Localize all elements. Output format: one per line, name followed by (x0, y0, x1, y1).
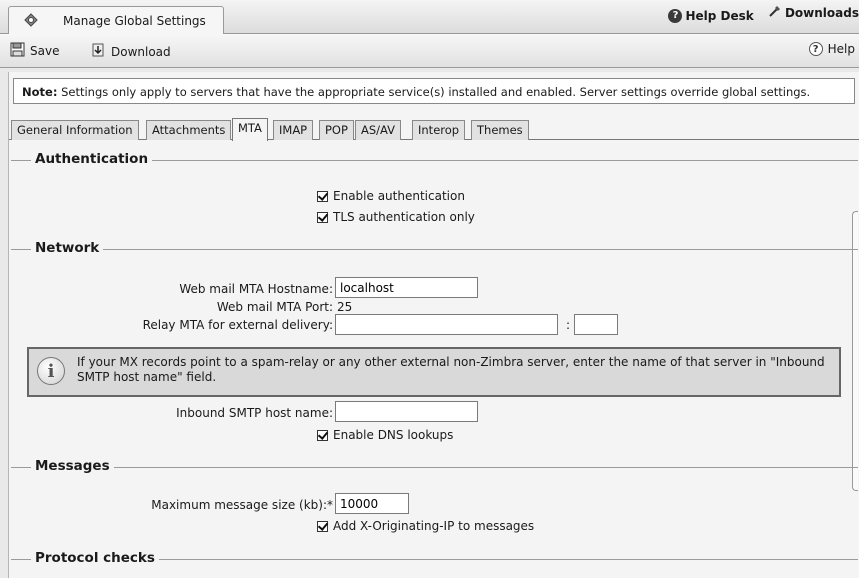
dns-lookups-label: Enable DNS lookups (333, 428, 454, 442)
help-icon: ? (668, 9, 683, 23)
relay-label: Relay MTA for external delivery: (142, 318, 333, 332)
enable-authentication-label: Enable authentication (333, 189, 465, 203)
save-icon (10, 42, 25, 60)
info-box: i If your MX records point to a spam-rel… (27, 347, 841, 397)
info-icon: i (37, 357, 65, 385)
section-title: Protocol checks (35, 550, 159, 566)
hostname-input[interactable] (335, 277, 478, 298)
help-button[interactable]: ? Help (808, 42, 855, 56)
port-label: Web mail MTA Port: (216, 300, 333, 314)
tab-attachments[interactable]: Attachments (146, 120, 232, 140)
help-desk-link[interactable]: ? Help Desk (668, 9, 754, 23)
section-messages: Messages (9, 458, 858, 476)
downloads-link[interactable]: Downloads (768, 4, 859, 21)
tab-pop[interactable]: POP (319, 120, 354, 140)
tab-mta[interactable]: MTA (232, 118, 268, 141)
tools-icon (768, 4, 782, 21)
help-label: Help (827, 42, 855, 56)
tab-themes[interactable]: Themes (471, 120, 529, 140)
help-icon: ? (808, 42, 823, 56)
tab-imap[interactable]: IMAP (273, 120, 314, 140)
section-protocol-checks: Protocol checks (9, 550, 858, 568)
section-title: Messages (35, 458, 114, 474)
x-originating-label: Add X-Originating-IP to messages (333, 519, 535, 533)
tab-interop[interactable]: Interop (412, 120, 466, 140)
settings-icon (23, 12, 39, 31)
tab-as-av[interactable]: AS/AV (355, 120, 402, 140)
save-label: Save (30, 44, 60, 58)
dns-lookups-checkbox[interactable] (317, 429, 328, 441)
info-text: If your MX records point to a spam-relay… (77, 355, 825, 384)
download-label: Download (111, 44, 171, 59)
download-button[interactable]: Download (90, 42, 171, 61)
toolbar: Save Download ? Help (0, 34, 859, 68)
note-text: Settings only apply to servers that have… (57, 85, 811, 99)
max-size-label: Maximum message size (kb):* (151, 498, 333, 512)
x-originating-checkbox[interactable] (317, 520, 328, 532)
tab-bar: General Information Attachments MTA IMAP… (9, 118, 859, 141)
content-panel: Note: Settings only apply to servers tha… (8, 72, 859, 578)
mta-form: Authentication Enable authentication TLS… (9, 141, 858, 578)
tab-general-information[interactable]: General Information (11, 120, 139, 140)
note-prefix: Note: (22, 85, 58, 99)
title-bar: Manage Global Settings ? Help Desk Downl… (0, 0, 859, 34)
dns-lookups-row: Enable DNS lookups (317, 428, 453, 442)
enable-authentication-row: Enable authentication (317, 189, 465, 203)
note-banner: Note: Settings only apply to servers tha… (13, 78, 855, 104)
download-icon (90, 42, 106, 61)
x-originating-row: Add X-Originating-IP to messages (317, 519, 534, 533)
app-tab[interactable]: Manage Global Settings (8, 6, 224, 34)
app-tab-title: Manage Global Settings (63, 14, 206, 28)
relay-host-input[interactable] (335, 314, 558, 335)
relay-colon: : (566, 318, 571, 332)
enable-authentication-checkbox[interactable] (317, 190, 328, 202)
section-title: Network (35, 240, 104, 256)
help-desk-label: Help Desk (685, 9, 754, 23)
hostname-label: Web mail MTA Hostname: (179, 282, 333, 296)
section-authentication: Authentication (9, 151, 858, 169)
section-network: Network (9, 240, 858, 258)
relay-port-input[interactable] (574, 314, 618, 335)
tls-only-row: TLS authentication only (317, 210, 475, 224)
port-value: 25 (337, 300, 353, 314)
inbound-smtp-input[interactable] (335, 401, 478, 422)
save-button[interactable]: Save (10, 42, 59, 60)
downloads-label: Downloads (784, 5, 859, 20)
tls-only-checkbox[interactable] (317, 211, 328, 223)
inbound-smtp-label: Inbound SMTP host name: (176, 406, 333, 420)
section-title: Authentication (35, 151, 153, 167)
tls-only-label: TLS authentication only (333, 210, 475, 224)
max-size-input[interactable] (335, 493, 409, 514)
